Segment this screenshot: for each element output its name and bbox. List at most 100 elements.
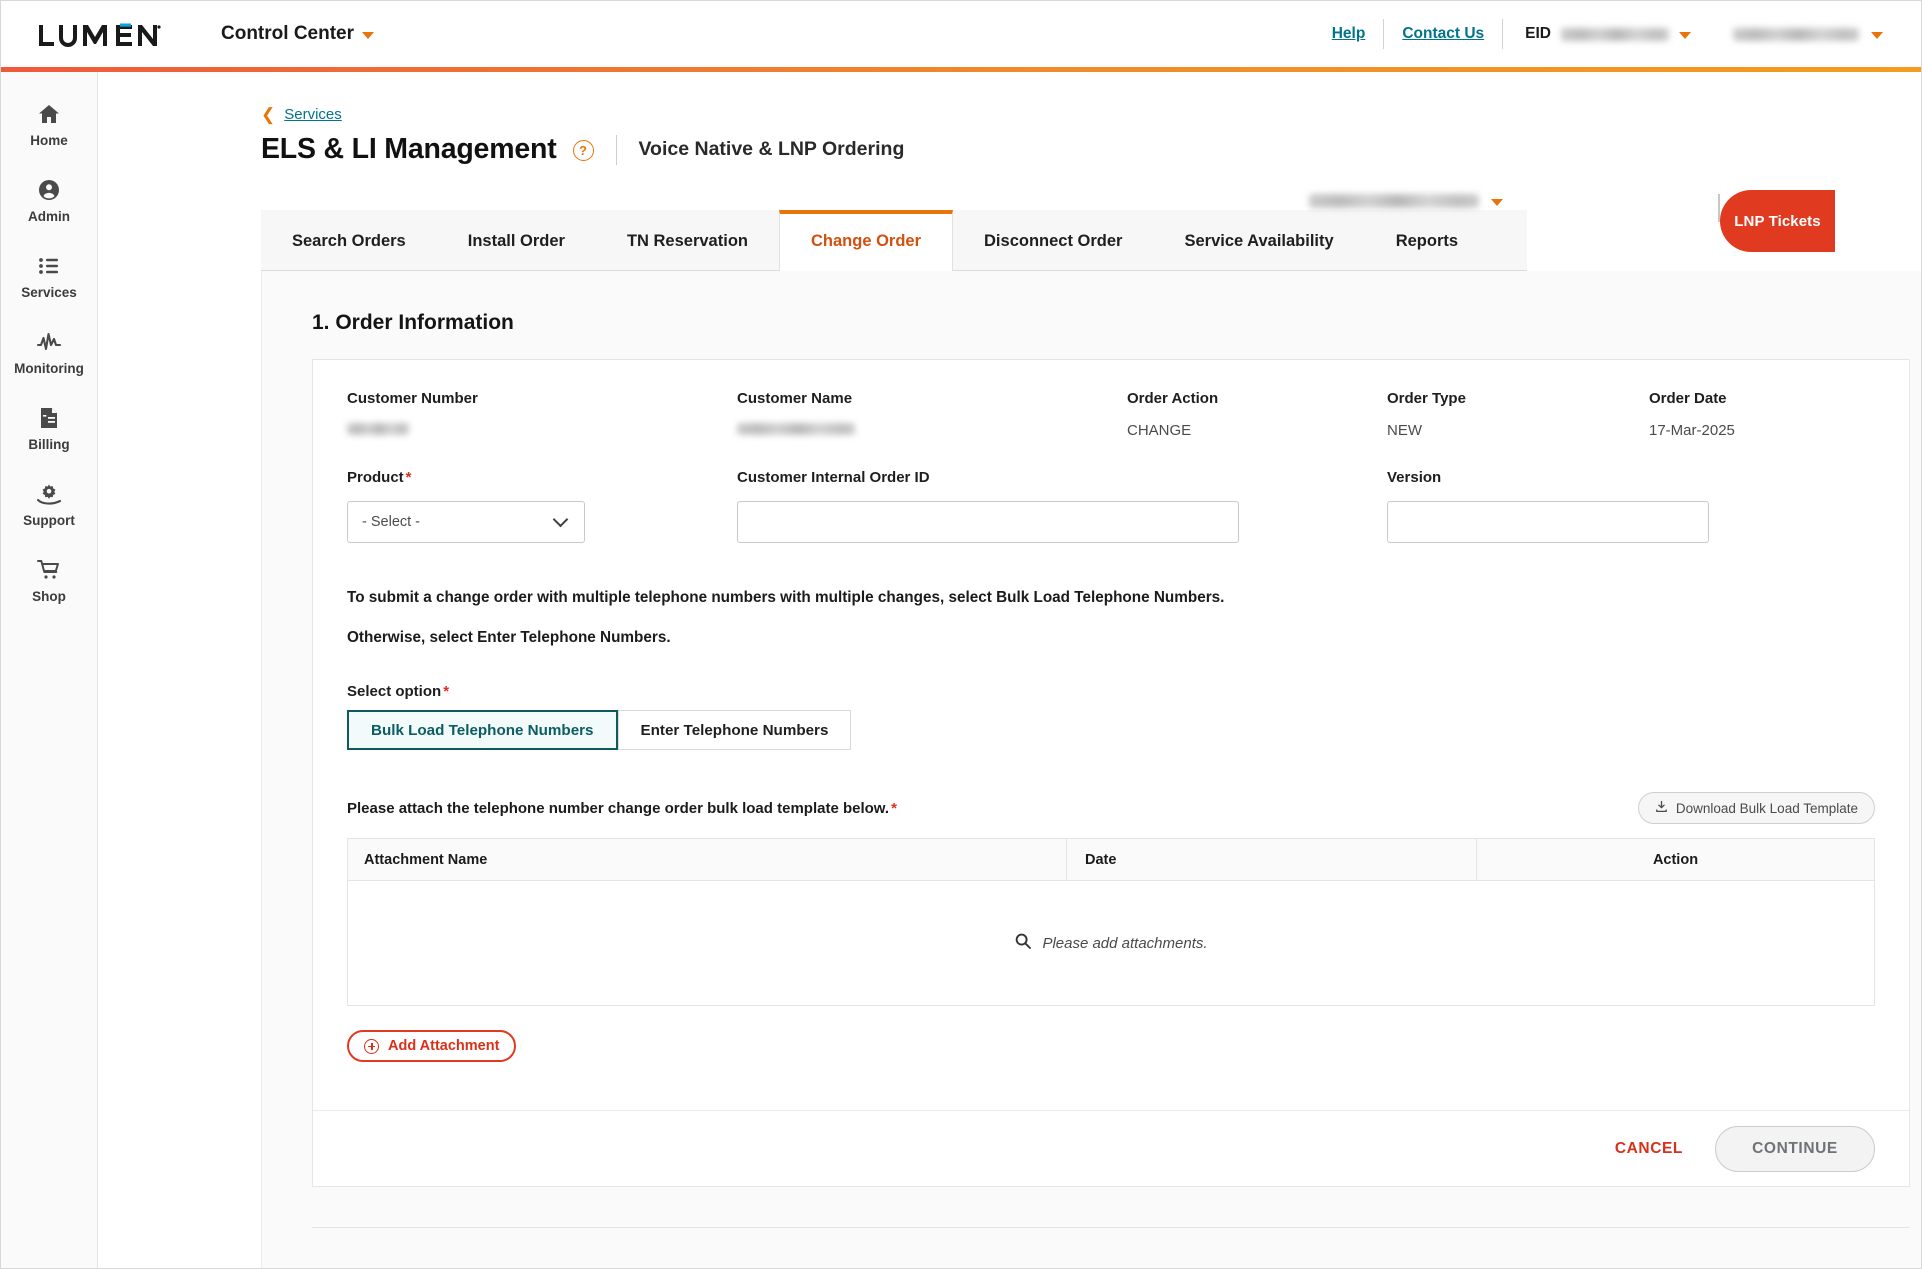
user-account-selector[interactable] bbox=[1707, 27, 1893, 41]
eid-label: EID bbox=[1525, 25, 1551, 42]
field-version: Version bbox=[1387, 469, 1709, 543]
title-row: ELS & LI Management ? Voice Native & LNP… bbox=[261, 133, 1921, 166]
field-label: Version bbox=[1387, 469, 1442, 486]
customer-internal-order-id-input[interactable] bbox=[737, 501, 1239, 543]
tab-install-order[interactable]: Install Order bbox=[437, 210, 596, 270]
attachments-table: Attachment Name Date Action Please add a… bbox=[347, 838, 1875, 1006]
attachment-instruction-row: Please attach the telephone number chang… bbox=[347, 792, 1875, 824]
field-label: Product * bbox=[347, 469, 412, 486]
plus-circle-icon bbox=[364, 1038, 379, 1054]
home-icon bbox=[37, 102, 61, 126]
page-subtitle: Voice Native & LNP Ordering bbox=[638, 138, 905, 160]
tab-search-orders[interactable]: Search Orders bbox=[261, 210, 437, 270]
download-bulk-load-template-button[interactable]: Download Bulk Load Template bbox=[1637, 792, 1875, 824]
search-icon bbox=[1014, 932, 1032, 955]
option-bulk-load-telephone-numbers[interactable]: Bulk Load Telephone Numbers bbox=[347, 710, 618, 750]
required-marker: * bbox=[891, 799, 897, 817]
user-name-redacted bbox=[1733, 27, 1859, 41]
field-label: Customer Name bbox=[737, 390, 853, 407]
cancel-button[interactable]: CANCEL bbox=[1609, 1139, 1689, 1159]
product-select[interactable]: - Select - bbox=[347, 501, 585, 543]
user-circle-icon bbox=[37, 178, 61, 202]
app-body: Home Admin Services Monitoring Billing S… bbox=[1, 72, 1921, 1268]
download-icon bbox=[1655, 800, 1668, 816]
continue-button[interactable]: CONTINUE bbox=[1715, 1125, 1875, 1172]
left-nav: Home Admin Services Monitoring Billing S… bbox=[1, 72, 98, 1268]
add-attachment-label: Add Attachment bbox=[388, 1038, 500, 1054]
field-order-action: Order Action CHANGE bbox=[1127, 390, 1387, 439]
field-value: CHANGE bbox=[1127, 422, 1192, 439]
column-header-date: Date bbox=[1066, 838, 1476, 881]
app-switcher-label: Control Center bbox=[221, 23, 354, 44]
attachment-note: Please attach the telephone number chang… bbox=[347, 799, 897, 817]
lumen-logo[interactable] bbox=[37, 17, 161, 51]
sidebar-item-billing[interactable]: Billing bbox=[1, 392, 97, 468]
chevron-down-icon bbox=[362, 32, 374, 39]
sidebar-item-label: Home bbox=[30, 133, 68, 148]
help-link[interactable]: Help bbox=[1314, 25, 1384, 43]
order-information-card: Customer Number Customer Name Order Acti… bbox=[312, 359, 1910, 1187]
field-value bbox=[347, 422, 737, 439]
attachments-table-empty-state: Please add attachments. bbox=[348, 881, 1874, 1005]
field-customer-number: Customer Number bbox=[347, 390, 737, 439]
instruction-line-1: To submit a change order with multiple t… bbox=[347, 589, 1225, 606]
lnp-tickets-button[interactable]: LNP Tickets bbox=[1720, 190, 1835, 252]
help-icon[interactable]: ? bbox=[572, 140, 594, 161]
option-enter-telephone-numbers[interactable]: Enter Telephone Numbers bbox=[617, 710, 852, 750]
card-footer-actions: CANCEL CONTINUE bbox=[313, 1110, 1909, 1186]
gear-hand-icon bbox=[36, 482, 62, 506]
breadcrumb[interactable]: ❮ Services bbox=[261, 106, 1921, 123]
field-customer-internal-order-id: Customer Internal Order ID bbox=[737, 469, 1387, 543]
required-marker: * bbox=[405, 469, 412, 486]
global-header-right: Help Contact Us EID bbox=[1314, 1, 1893, 67]
tab-change-order[interactable]: Change Order bbox=[778, 210, 954, 271]
breadcrumb-link-services[interactable]: Services bbox=[284, 106, 342, 123]
page-header: ❮ Services ELS & LI Management ? Voice N… bbox=[98, 72, 1921, 166]
tab-disconnect-order[interactable]: Disconnect Order bbox=[953, 210, 1153, 270]
account-selector[interactable] bbox=[1309, 194, 1503, 208]
contact-us-link[interactable]: Contact Us bbox=[1384, 25, 1502, 43]
field-label: Customer Internal Order ID bbox=[737, 469, 930, 486]
tab-tn-reservation[interactable]: TN Reservation bbox=[596, 210, 779, 270]
field-value: 17-Mar-2025 bbox=[1649, 422, 1735, 439]
tab-bar: Search Orders Install Order TN Reservati… bbox=[261, 210, 1527, 271]
customer-number-redacted bbox=[347, 423, 409, 435]
field-label: Customer Number bbox=[347, 390, 478, 407]
sidebar-item-label: Support bbox=[23, 513, 75, 528]
tab-reports[interactable]: Reports bbox=[1365, 210, 1489, 270]
eid-value-redacted bbox=[1561, 27, 1669, 41]
field-value bbox=[737, 422, 1127, 439]
field-label: Order Action bbox=[1127, 390, 1219, 407]
version-input[interactable] bbox=[1387, 501, 1709, 543]
pulse-icon bbox=[36, 330, 62, 354]
attachments-empty-message: Please add attachments. bbox=[1042, 934, 1208, 952]
sidebar-item-monitoring[interactable]: Monitoring bbox=[1, 316, 97, 392]
chevron-down-icon bbox=[1491, 199, 1503, 206]
sidebar-item-admin[interactable]: Admin bbox=[1, 164, 97, 240]
chevron-down-icon bbox=[1679, 32, 1691, 39]
download-button-label: Download Bulk Load Template bbox=[1675, 800, 1858, 816]
chevron-down-icon bbox=[552, 511, 569, 528]
order-input-row: Product * - Select - Customer Internal Or… bbox=[347, 469, 1875, 543]
attachments-table-header: Attachment Name Date Action bbox=[348, 838, 1874, 881]
sidebar-item-services[interactable]: Services bbox=[1, 240, 97, 316]
sidebar-item-shop[interactable]: Shop bbox=[1, 544, 97, 620]
app-switcher[interactable]: Control Center bbox=[221, 23, 374, 45]
app-window: Control Center Help Contact Us EID Home … bbox=[0, 0, 1922, 1269]
page-title: ELS & LI Management bbox=[261, 133, 557, 165]
sidebar-item-label: Shop bbox=[32, 589, 66, 604]
sidebar-item-home[interactable]: Home bbox=[1, 88, 97, 164]
field-label: Order Type bbox=[1387, 390, 1466, 407]
sidebar-item-label: Admin bbox=[28, 209, 70, 224]
field-product: Product * - Select - bbox=[347, 469, 737, 543]
tab-service-availability[interactable]: Service Availability bbox=[1153, 210, 1364, 270]
divider bbox=[615, 134, 617, 165]
order-information-section: 1. Order Information Customer Number Cus… bbox=[261, 271, 1921, 1268]
sidebar-item-support[interactable]: Support bbox=[1, 468, 97, 544]
sidebar-item-label: Billing bbox=[28, 437, 70, 452]
add-attachment-button[interactable]: Add Attachment bbox=[347, 1030, 517, 1062]
sidebar-item-label: Services bbox=[21, 285, 77, 300]
eid-selector[interactable]: EID bbox=[1503, 25, 1707, 43]
column-header-attachment-name: Attachment Name bbox=[364, 851, 488, 868]
select-option-label: Select option * bbox=[347, 683, 450, 700]
